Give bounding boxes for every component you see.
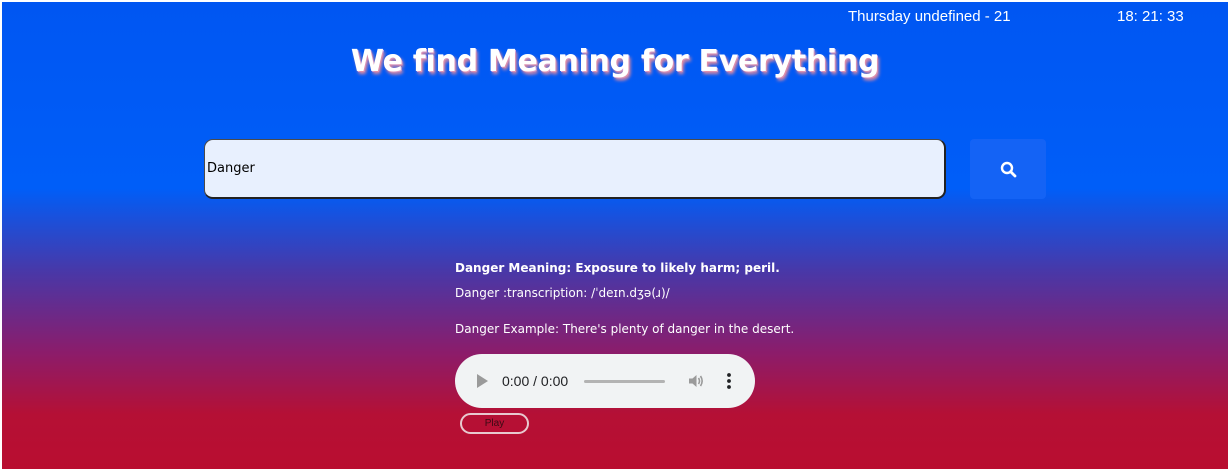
clock-display: 18: 21: 33 bbox=[1117, 8, 1184, 25]
date-display: Thursday undefined - 21 bbox=[848, 8, 1011, 25]
transcription-text: Danger :transcription: /ˈdeɪn.dʒə(ɹ)/ bbox=[455, 286, 670, 300]
audio-time: 0:00 / 0:00 bbox=[502, 373, 569, 389]
more-vertical-icon[interactable] bbox=[725, 372, 733, 390]
example-text: Danger Example: There's plenty of danger… bbox=[455, 322, 795, 336]
search-button[interactable] bbox=[970, 139, 1046, 199]
volume-icon[interactable] bbox=[687, 372, 705, 390]
audio-player[interactable]: 0:00 / 0:00 bbox=[455, 354, 755, 408]
play-button[interactable]: Play bbox=[460, 413, 529, 434]
search-icon bbox=[1000, 161, 1016, 177]
audio-progress-bar[interactable] bbox=[584, 380, 665, 383]
page-title: We find Meaning for Everything bbox=[350, 44, 880, 79]
play-icon[interactable] bbox=[477, 374, 488, 388]
meaning-text: Danger Meaning: Exposure to likely harm;… bbox=[455, 261, 780, 275]
search-input[interactable] bbox=[204, 139, 946, 199]
